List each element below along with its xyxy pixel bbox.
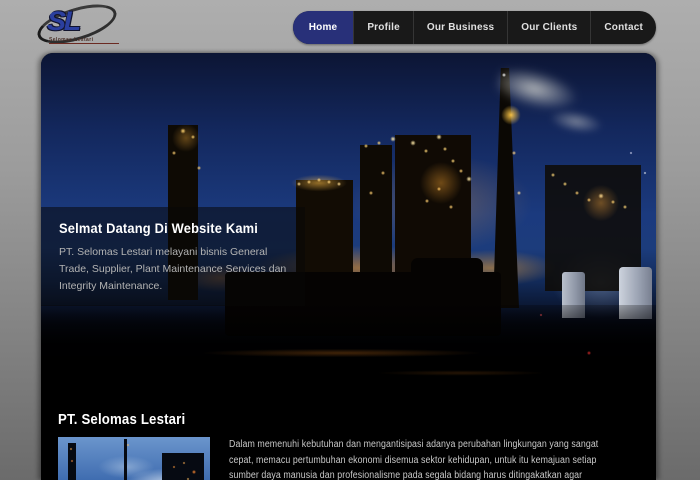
content-column: Selmat Datang Di Website Kami PT. Seloma… xyxy=(41,53,656,480)
about-body-text: Dalam memenuhi kebutuhan dan mengantisip… xyxy=(229,439,599,480)
site-header: SL Selomas Lestari Home Profile Our Busi… xyxy=(0,0,700,53)
nav-item-home[interactable]: Home xyxy=(292,11,354,44)
about-section: PT. Selomas Lestari Dalam memenuhi kebut… xyxy=(41,390,656,480)
nav-item-our-business[interactable]: Our Business xyxy=(412,11,507,44)
logo-subtext: Selomas Lestari xyxy=(49,37,119,44)
hero-ground-shadow xyxy=(41,305,656,390)
page: SL Selomas Lestari Home Profile Our Busi… xyxy=(0,0,700,480)
nav-item-profile[interactable]: Profile xyxy=(353,11,413,44)
hero-subtitle: PT. Selomas Lestari melayani bisnis Gene… xyxy=(59,246,287,292)
hero-caption: Selmat Datang Di Website Kami PT. Seloma… xyxy=(41,207,305,307)
thumbnail-lights xyxy=(58,437,210,480)
hero-title: Selmat Datang Di Website Kami xyxy=(59,220,259,236)
hero-banner: Selmat Datang Di Website Kami PT. Seloma… xyxy=(41,53,656,390)
company-logo[interactable]: SL Selomas Lestari xyxy=(33,0,125,52)
nav-item-our-clients[interactable]: Our Clients xyxy=(507,11,590,44)
about-thumbnail-image xyxy=(58,437,210,480)
about-heading: PT. Selomas Lestari xyxy=(58,411,186,428)
about-row: Dalam memenuhi kebutuhan dan mengantisip… xyxy=(58,437,656,480)
main-nav: Home Profile Our Business Our Clients Co… xyxy=(292,11,656,44)
nav-item-contact[interactable]: Contact xyxy=(590,11,656,44)
logo-text: SL xyxy=(47,6,81,36)
